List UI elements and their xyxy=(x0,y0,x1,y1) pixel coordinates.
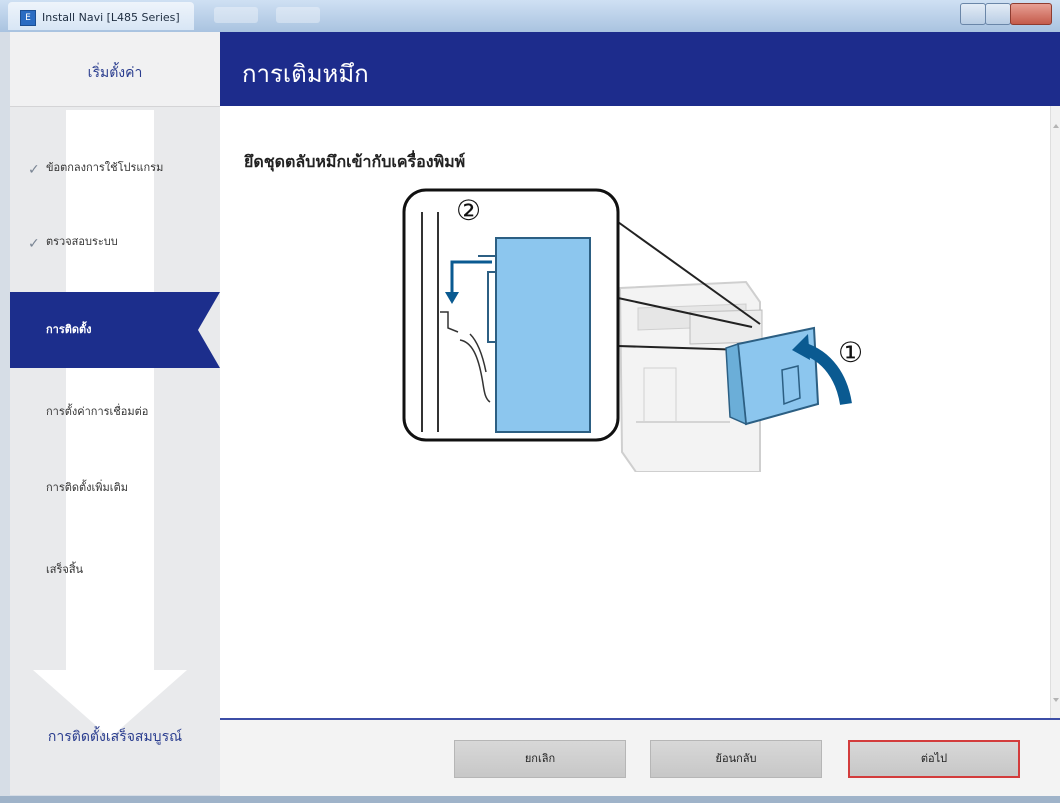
scroll-down-icon[interactable] xyxy=(1053,698,1059,702)
sidebar-step-label: การติดตั้ง xyxy=(46,323,92,336)
callout-2: ② xyxy=(456,194,481,227)
check-mark-icon: ✓ xyxy=(28,236,40,252)
page-title: การเติมหมึก xyxy=(242,60,369,88)
content-scrollbar[interactable] xyxy=(1050,106,1060,718)
next-button[interactable]: ต่อไป xyxy=(848,740,1020,778)
sidebar-header-label: เริ่มตั้งค่า xyxy=(87,65,143,81)
back-button[interactable]: ย้อนกลับ xyxy=(650,740,822,778)
sidebar-step-additional: การติดตั้งเพิ่มเติม xyxy=(10,452,220,528)
callout-1: ① xyxy=(838,336,863,369)
sidebar-step-label: ตรวจสอบระบบ xyxy=(46,235,118,248)
sidebar-footer-label: การติดตั้งเสร็จสมบูรณ์ xyxy=(47,729,183,745)
title-bar-ghost-tab xyxy=(214,7,258,23)
window-controls xyxy=(960,3,1052,25)
window-title: Install Navi [L485 Series] xyxy=(42,11,180,24)
title-bar: E Install Navi [L485 Series] xyxy=(0,0,1060,32)
sidebar-step-agreement: ✓ ข้อตกลงการใช้โปรแกรม xyxy=(10,122,220,198)
main-content: ยึดชุดตลับหมึกเข้ากับเครื่องพิมพ์ ① ② xyxy=(220,106,1050,718)
cancel-button[interactable]: ยกเลิก xyxy=(454,740,626,778)
page-header: การเติมหมึก xyxy=(220,32,1060,106)
scroll-up-icon[interactable] xyxy=(1053,124,1059,128)
sidebar-step-label: ข้อตกลงการใช้โปรแกรม xyxy=(46,161,164,174)
window-bottom-border xyxy=(0,796,1060,803)
sidebar-header: เริ่มตั้งค่า xyxy=(10,32,220,107)
sidebar-step-system-check: ✓ ตรวจสอบระบบ xyxy=(10,202,220,278)
window-title-tab: E Install Navi [L485 Series] xyxy=(8,2,194,30)
sidebar-step-label: เสร็จสิ้น xyxy=(46,563,84,576)
sidebar-step-finish: เสร็จสิ้น xyxy=(10,532,220,608)
maximize-icon[interactable] xyxy=(985,3,1011,25)
sidebar-step-label: การติดตั้งเพิ่มเติม xyxy=(46,481,128,494)
footer-bar: ยกเลิก ย้อนกลับ ต่อไป xyxy=(220,718,1060,798)
minimize-icon[interactable] xyxy=(960,3,986,25)
ink-tank-attach-illustration: ① ② xyxy=(402,188,863,472)
check-mark-icon: ✓ xyxy=(28,162,40,178)
title-bar-ghost-tab xyxy=(276,7,320,23)
sidebar-step-label: การตั้งค่าการเชื่อมต่อ xyxy=(46,405,149,418)
close-icon[interactable] xyxy=(1010,3,1052,25)
active-step-pointer xyxy=(198,292,220,368)
sidebar-step-installation: การติดตั้ง xyxy=(10,292,220,368)
sidebar-step-connection: การตั้งค่าการเชื่อมต่อ xyxy=(10,372,220,448)
sidebar: เริ่มตั้งค่า ✓ ข้อตกลงการใช้โปรแกรม ✓ ตร… xyxy=(10,32,220,795)
install-navi-app-icon: E xyxy=(20,10,36,26)
